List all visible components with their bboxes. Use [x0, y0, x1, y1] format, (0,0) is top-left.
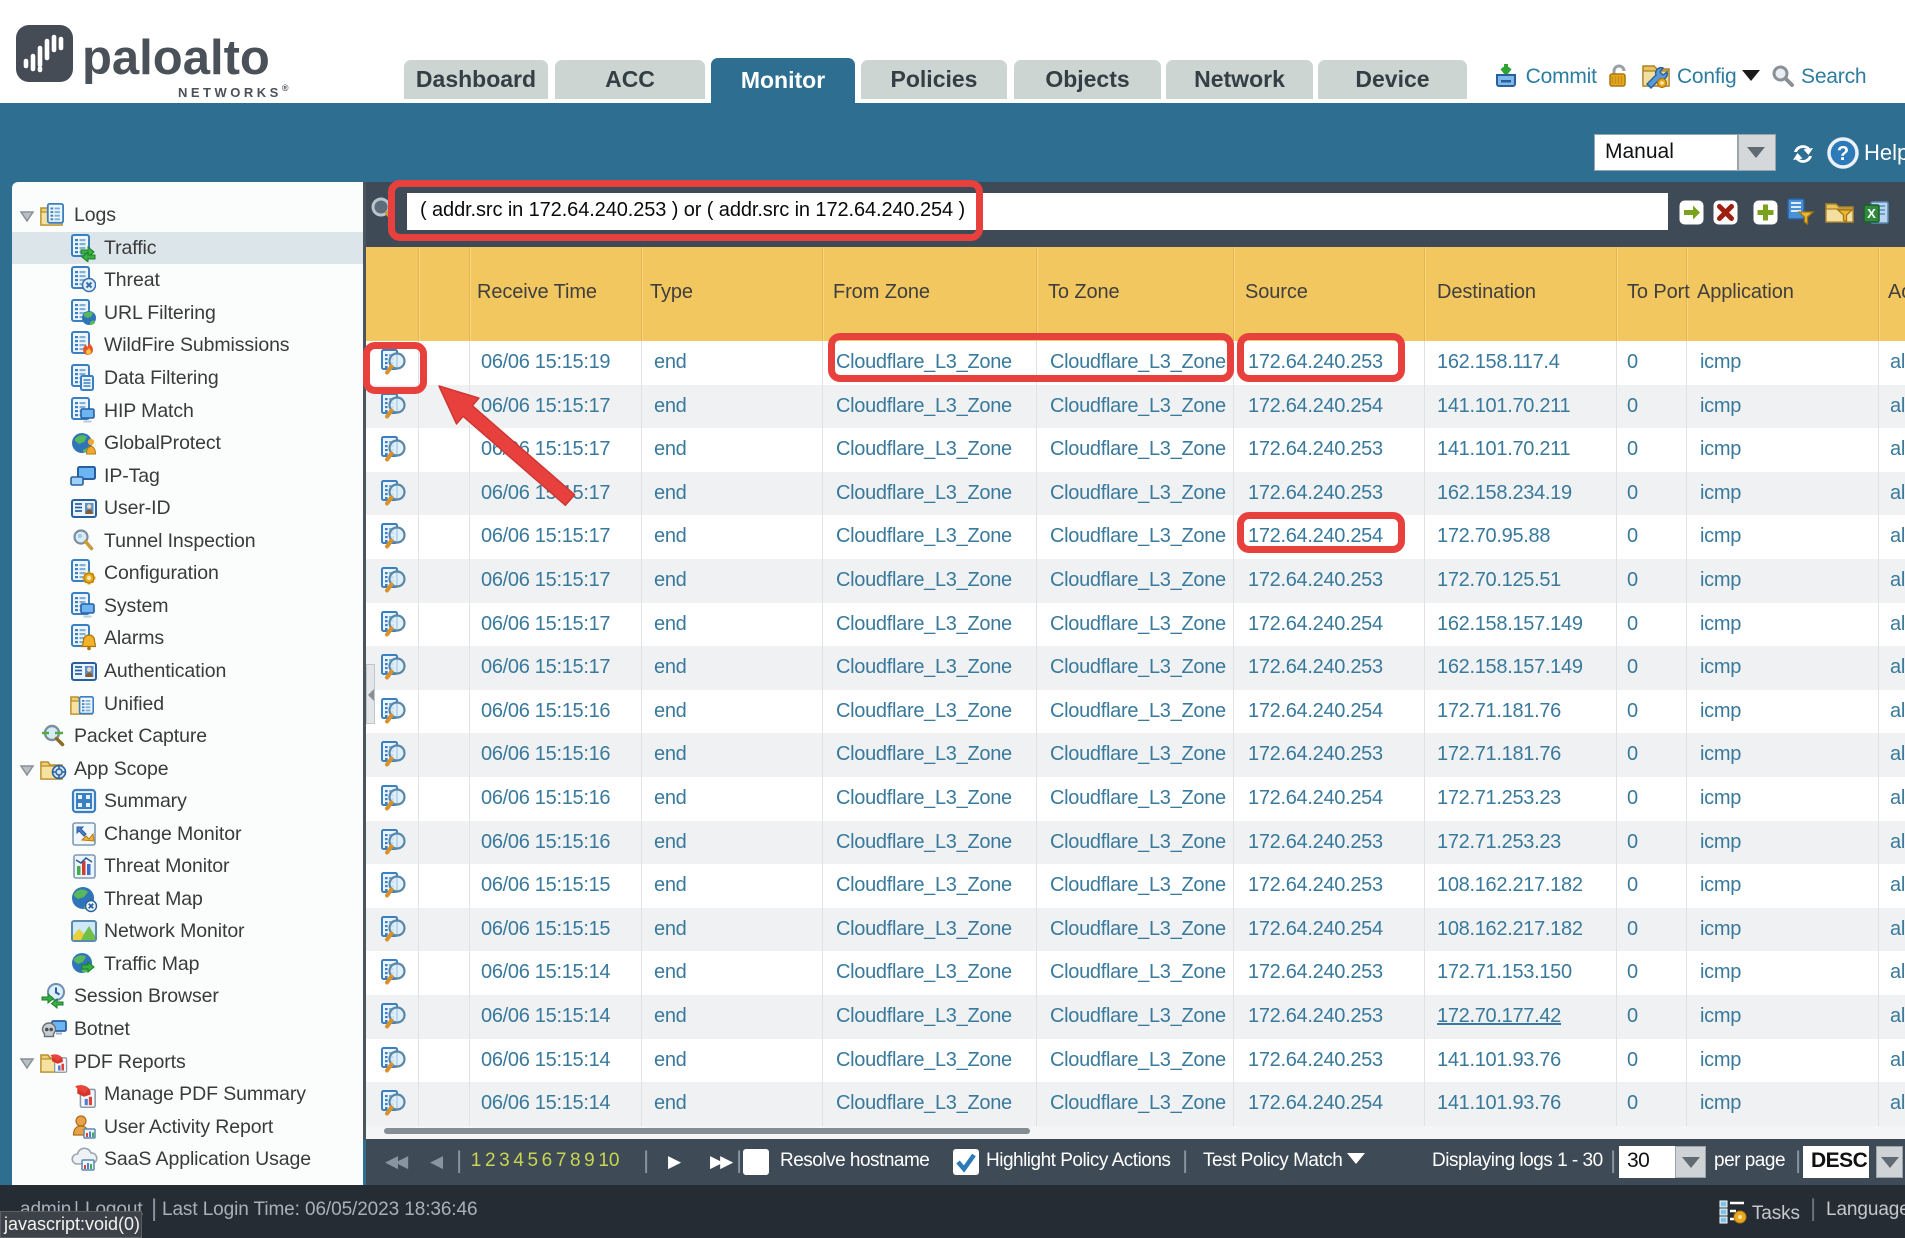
- svg-text:X: X: [1867, 206, 1876, 221]
- svg-text:?: ?: [1837, 143, 1849, 165]
